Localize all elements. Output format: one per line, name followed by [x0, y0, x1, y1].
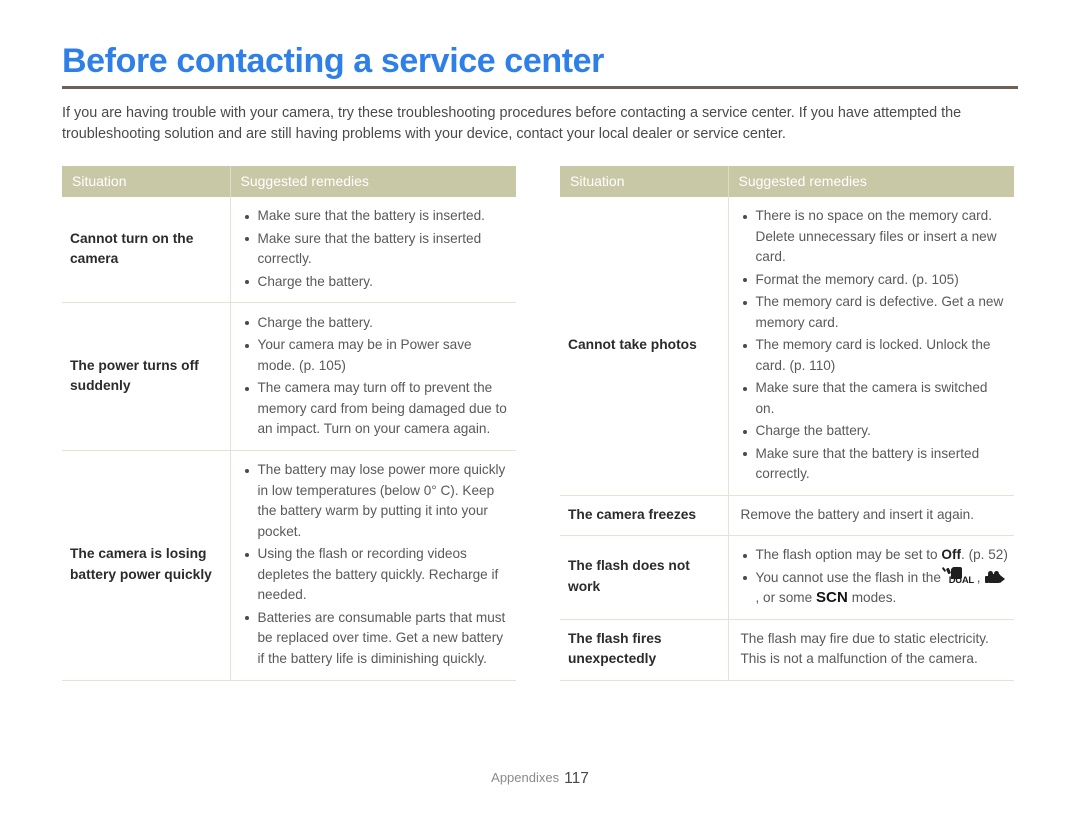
- remedies-cell: There is no space on the memory card. De…: [727, 197, 1014, 496]
- movie-lens: [1000, 574, 1006, 583]
- list-item: The flash option may be set to Off. (p. …: [741, 545, 1011, 566]
- remedy-text: Remove the battery and insert it again.: [740, 506, 975, 522]
- remedies-cell: Make sure that the battery is inserted. …: [229, 197, 516, 304]
- list-item: The memory card is locked. Unlock the ca…: [741, 335, 1011, 376]
- remedy-line: This is not a malfunction of the camera.: [740, 651, 978, 666]
- remedy-list: Charge the battery. Your camera may be i…: [243, 313, 513, 440]
- table-header-row: Situation Suggested remedies: [560, 166, 1014, 197]
- table-row: The power turns off suddenly Charge the …: [62, 302, 516, 451]
- column-header-situation: Situation: [560, 166, 728, 197]
- situation-cell: Cannot turn on the camera: [62, 197, 230, 304]
- list-item: The camera may turn off to prevent the m…: [243, 378, 513, 440]
- remedy-list: The battery may lose power more quickly …: [243, 460, 513, 669]
- table-row: Cannot take photos There is no space on …: [560, 197, 1014, 496]
- remedy-list: Make sure that the battery is inserted. …: [243, 206, 513, 292]
- troubleshooting-table-left: Situation Suggested remedies Cannot turn…: [62, 166, 516, 681]
- remedy-text-before: You cannot use the flash in the: [755, 569, 945, 585]
- table-row: The camera freezes Remove the battery an…: [560, 495, 1014, 536]
- remedies-cell: The battery may lose power more quickly …: [229, 450, 516, 681]
- list-item: Make sure that the battery is inserted c…: [243, 229, 513, 270]
- remedy-text-mid2: , or some: [755, 590, 816, 605]
- list-item: The battery may lose power more quickly …: [243, 460, 513, 542]
- list-item: The memory card is defective. Get a new …: [741, 292, 1011, 333]
- column-header-remedies: Suggested remedies: [229, 166, 516, 197]
- table-row: The flash does not work The flash option…: [560, 535, 1014, 620]
- remedy-list: The flash option may be set to Off. (p. …: [741, 545, 1011, 609]
- footer-section-label: Appendixes: [491, 770, 560, 785]
- scn-mode-label: SCN: [815, 589, 848, 606]
- page-footer: Appendixes 117: [0, 770, 1080, 788]
- situation-cell: Cannot take photos: [560, 197, 728, 496]
- remedies-cell: The flash option may be set to Off. (p. …: [727, 535, 1014, 620]
- situation-cell: The flash fires unexpectedly: [560, 619, 728, 681]
- column-header-situation: Situation: [62, 166, 230, 197]
- list-item: There is no space on the memory card. De…: [741, 206, 1011, 268]
- column-header-remedies: Suggested remedies: [727, 166, 1014, 197]
- document-page: Before contacting a service center If yo…: [0, 0, 1080, 815]
- title-block: Before contacting a service center: [62, 0, 1018, 89]
- table-row: Cannot turn on the camera Make sure that…: [62, 197, 516, 304]
- list-item: Batteries are consumable parts that must…: [243, 608, 513, 670]
- list-item: Charge the battery.: [741, 421, 1011, 442]
- dual-label: DUAL: [948, 574, 974, 586]
- situation-cell: The power turns off suddenly: [62, 302, 230, 451]
- remedy-text: The flash may fire due to static electri…: [741, 629, 1011, 670]
- remedy-line: The flash may fire due to static electri…: [740, 630, 989, 646]
- list-item: Make sure that the camera is switched on…: [741, 378, 1011, 419]
- troubleshooting-table-right: Situation Suggested remedies Cannot take…: [560, 166, 1014, 681]
- table-header-row: Situation Suggested remedies: [62, 166, 516, 197]
- movie-body: [988, 573, 1001, 583]
- remedies-cell: Remove the battery and insert it again.: [727, 495, 1014, 536]
- table-row: The camera is losing battery power quick…: [62, 450, 516, 681]
- situation-cell: The camera is losing battery power quick…: [62, 450, 230, 681]
- movie-mode-icon: [985, 570, 1006, 585]
- intro-paragraph: If you are having trouble with your came…: [62, 103, 1018, 145]
- list-item: Make sure that the battery is inserted.: [243, 206, 513, 227]
- list-item: Your camera may be in Power save mode. (…: [243, 335, 513, 376]
- list-item: You cannot use the flash in the DUAL, , …: [741, 566, 1011, 609]
- situation-cell: The flash does not work: [560, 535, 728, 620]
- dual-mode-icon: DUAL: [946, 566, 976, 586]
- list-item: Using the flash or recording videos depl…: [243, 544, 513, 606]
- flash-off-value: Off: [941, 547, 962, 562]
- remedies-cell: Charge the battery. Your camera may be i…: [229, 302, 516, 451]
- remedies-cell: The flash may fire due to static electri…: [727, 619, 1014, 681]
- remedy-text-after: . (p. 52): [961, 547, 1008, 562]
- footer-page-number: 117: [564, 770, 589, 787]
- remedy-text-end: modes.: [847, 590, 897, 605]
- list-item: Charge the battery.: [243, 313, 513, 334]
- remedy-text-before: The flash option may be set to: [755, 547, 942, 562]
- list-item: Charge the battery.: [243, 272, 513, 293]
- remedy-text-mid: ,: [976, 569, 985, 585]
- troubleshooting-tables: Situation Suggested remedies Cannot turn…: [62, 166, 1018, 681]
- intro-text: If you are having trouble with your came…: [62, 105, 962, 142]
- remedy-list: There is no space on the memory card. De…: [741, 206, 1011, 485]
- page-title: Before contacting a service center: [62, 42, 604, 80]
- situation-cell: The camera freezes: [560, 495, 728, 536]
- table-row: The flash fires unexpectedly The flash m…: [560, 619, 1014, 681]
- list-item: Format the memory card. (p. 105): [741, 270, 1011, 291]
- list-item: Make sure that the battery is inserted c…: [741, 444, 1011, 485]
- title-underline-rule: [62, 86, 1018, 89]
